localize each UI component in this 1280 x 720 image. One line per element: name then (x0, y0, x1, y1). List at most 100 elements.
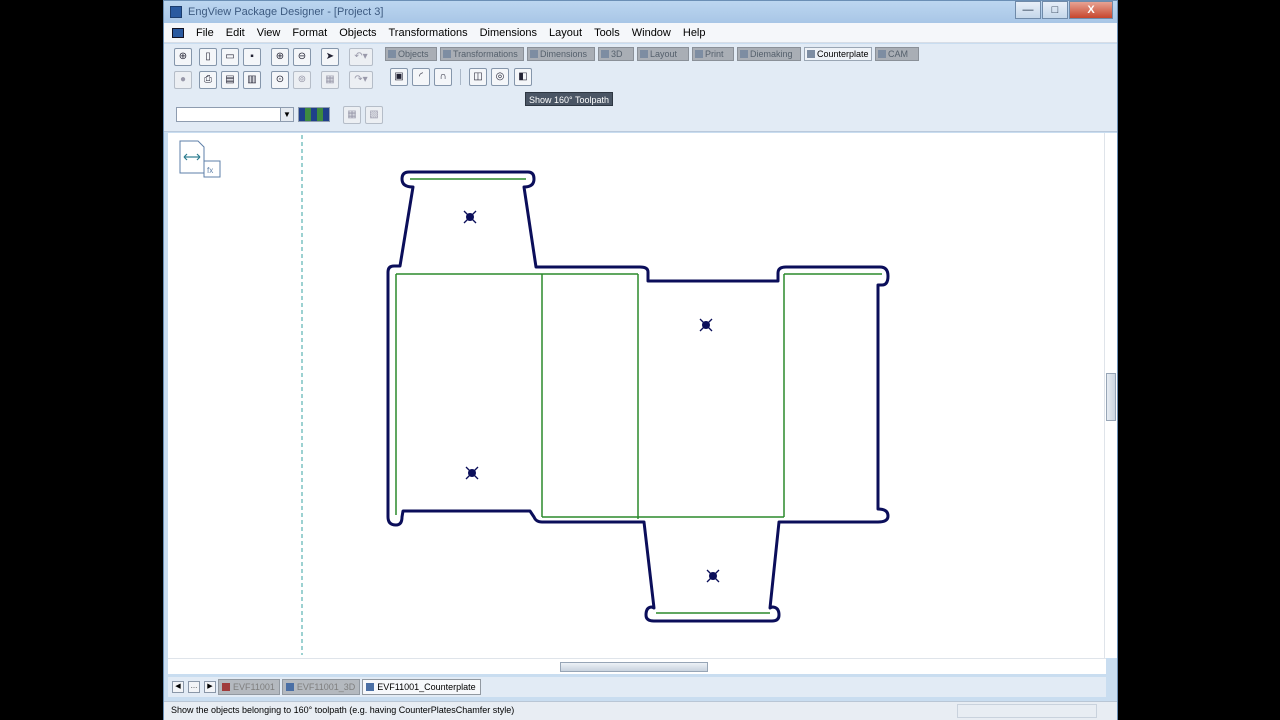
layer-properties-icon[interactable]: ▦ (343, 106, 361, 124)
open-folder-icon[interactable]: ▭ (221, 48, 239, 66)
tab-layout-label: Layout (650, 49, 678, 59)
page-setup-icon[interactable]: ▥ (243, 71, 261, 89)
status-text: Show the objects belonging to 160° toolp… (171, 705, 515, 715)
toolbar-area: ⊕ ▯ ▭ ▪ ⊕ ⊖ ➤ ↶▾ ● ⎙ ▤ ▥ ⊙ ⊚ ▦ ↷▾ Object… (164, 44, 1117, 132)
doc-tab-evf11001-3d[interactable]: EVF11001_3D (281, 679, 361, 695)
close-button[interactable]: X (1069, 1, 1113, 19)
line-style-icon[interactable] (298, 107, 330, 122)
object-thumbnail[interactable]: fx (178, 139, 224, 179)
vertical-scroll-thumb[interactable] (1106, 373, 1116, 421)
select-pointer-icon[interactable]: ➤ (321, 48, 339, 66)
tab-transformations[interactable]: Transformations (440, 47, 524, 61)
tab-layout[interactable]: Layout (637, 47, 689, 61)
zoom-out-icon[interactable]: ⊖ (293, 48, 311, 66)
layer-manager-icon[interactable]: ▧ (365, 106, 383, 124)
print-preview-icon[interactable]: ▤ (221, 71, 239, 89)
toolbar-separator (460, 69, 461, 85)
3d-tab-icon (601, 50, 609, 58)
tab-print[interactable]: Print (692, 47, 734, 61)
tab-counterplate[interactable]: Counterplate (804, 47, 872, 61)
show-all-toolpath-icon[interactable]: ◎ (491, 68, 509, 86)
profile-icon[interactable]: ∩ (434, 68, 452, 86)
shape-icon[interactable]: ● (174, 71, 192, 89)
tab-counterplate-label: Counterplate (817, 49, 869, 59)
menu-layout[interactable]: Layout (543, 27, 588, 39)
menu-dimensions[interactable]: Dimensions (474, 27, 543, 39)
dimensions-tab-icon (530, 50, 538, 58)
document-icon (222, 683, 230, 691)
maximize-button[interactable]: □ (1042, 1, 1068, 19)
3d-document-icon (285, 683, 294, 691)
counterplate-document-icon (366, 683, 375, 691)
doc-tab-evf11001[interactable]: EVF11001 (218, 679, 280, 695)
title-bar: EngView Package Designer - [Project 3] —… (164, 1, 1117, 23)
drawing-canvas[interactable] (168, 133, 1106, 662)
drawing-svg (172, 135, 1102, 662)
objects-tab-icon (388, 50, 396, 58)
menu-window[interactable]: Window (626, 27, 677, 39)
tab-print-label: Print (705, 49, 724, 59)
layout-tab-icon (640, 50, 648, 58)
horizontal-scroll-thumb[interactable] (560, 662, 708, 672)
redo-icon[interactable]: ↷▾ (349, 71, 373, 89)
window-title: EngView Package Designer - [Project 3] (188, 6, 384, 18)
zoom-all-icon[interactable]: ⊚ (293, 71, 311, 89)
menu-transformations[interactable]: Transformations (383, 27, 474, 39)
tab-3d[interactable]: 3D (598, 47, 634, 61)
tab-dimensions[interactable]: Dimensions (527, 47, 595, 61)
chamfer-icon[interactable]: ◜ (412, 68, 430, 86)
undo-icon[interactable]: ↶▾ (349, 48, 373, 66)
print-tab-icon (695, 50, 703, 58)
tab-cam[interactable]: CAM (875, 47, 919, 61)
open-project-icon[interactable]: ⊕ (174, 48, 192, 66)
menu-objects[interactable]: Objects (333, 27, 382, 39)
menu-tools[interactable]: Tools (588, 27, 626, 39)
zoom-in-icon[interactable]: ⊕ (271, 48, 289, 66)
chevron-down-icon[interactable]: ▼ (280, 108, 293, 121)
new-file-icon[interactable]: ▯ (199, 48, 217, 66)
layer-select[interactable]: ▼ (176, 107, 294, 122)
minimize-button[interactable]: — (1015, 1, 1041, 19)
app-logo-icon (170, 6, 182, 18)
menu-file[interactable]: File (190, 27, 220, 39)
counterplate-settings-icon[interactable]: ▣ (390, 68, 408, 86)
status-panel (957, 704, 1097, 718)
save-icon[interactable]: ▪ (243, 48, 261, 66)
menu-format[interactable]: Format (286, 27, 333, 39)
menu-edit[interactable]: Edit (220, 27, 251, 39)
doc-tab-label: EVF11001 (233, 682, 275, 692)
doc-tab-evf11001-counterplate[interactable]: EVF11001_Counterplate (362, 679, 481, 695)
grid-icon[interactable]: ▦ (321, 71, 339, 89)
doc-tab-label: EVF11001_3D (296, 682, 356, 692)
svg-text:fx: fx (207, 166, 213, 175)
vertical-scrollbar[interactable] (1104, 133, 1117, 658)
menu-help[interactable]: Help (677, 27, 712, 39)
first-tab-icon[interactable]: ◀ (172, 681, 184, 693)
window-controls: — □ X (1014, 1, 1113, 19)
tab-3d-label: 3D (611, 49, 623, 59)
diemaking-tab-icon (740, 50, 748, 58)
transformations-tab-icon (443, 50, 451, 58)
next-tab-icon[interactable]: ▶ (204, 681, 216, 693)
tab-transformations-label: Transformations (453, 49, 518, 59)
app-window: EngView Package Designer - [Project 3] —… (163, 0, 1118, 720)
show-90-toolpath-icon[interactable]: ◫ (469, 68, 487, 86)
zoom-window-icon[interactable]: ⊙ (271, 71, 289, 89)
cam-tab-icon (878, 50, 886, 58)
document-menu-icon[interactable] (172, 27, 184, 38)
tab-objects[interactable]: Objects (385, 47, 437, 61)
tab-diemaking[interactable]: Diemaking (737, 47, 801, 61)
menu-view[interactable]: View (251, 27, 287, 39)
tab-cam-label: CAM (888, 49, 908, 59)
status-bar: Show the objects belonging to 160° toolp… (164, 701, 1117, 720)
horizontal-scrollbar[interactable] (168, 658, 1106, 674)
print-icon[interactable]: ⎙ (199, 71, 217, 89)
doc-tab-label: EVF11001_Counterplate (377, 682, 476, 692)
crease-lines (395, 178, 882, 614)
menu-bar: File Edit View Format Objects Transforma… (164, 23, 1117, 43)
thumbnail-icon: fx (179, 140, 221, 178)
tab-list-icon[interactable]: … (188, 681, 200, 693)
tab-objects-label: Objects (398, 49, 429, 59)
show-160-toolpath-icon[interactable]: ◧ (514, 68, 532, 86)
tab-dimensions-label: Dimensions (540, 49, 588, 59)
